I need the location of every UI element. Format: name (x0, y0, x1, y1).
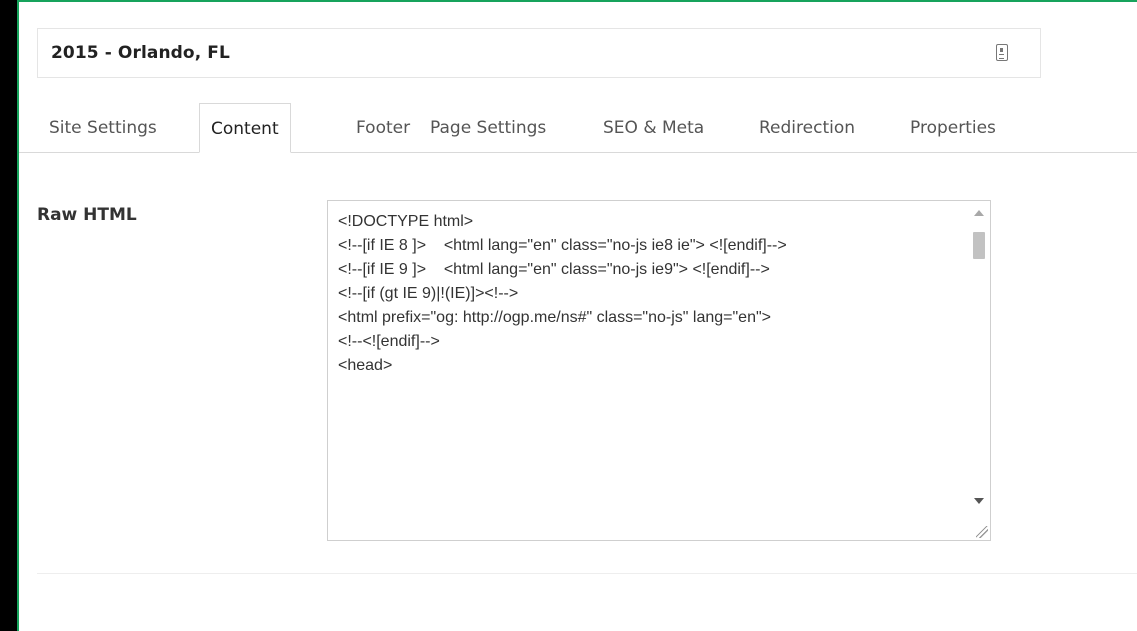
page-title-field[interactable]: 2015 - Orlando, FL (37, 28, 1041, 78)
editor-tabs: Site Settings Content Footer Page Settin… (19, 103, 1137, 153)
tab-properties[interactable]: Properties (910, 103, 996, 153)
tab-site-settings[interactable]: Site Settings (49, 103, 157, 153)
raw-html-label: Raw HTML (37, 205, 137, 225)
chevron-down-icon[interactable] (974, 498, 984, 504)
scroll-thumb[interactable] (973, 232, 985, 259)
resize-handle-icon[interactable] (976, 526, 988, 538)
tab-page-settings[interactable]: Page Settings (430, 103, 546, 153)
page-title: 2015 - Orlando, FL (51, 43, 230, 63)
tab-redirection[interactable]: Redirection (759, 103, 855, 153)
raw-html-textarea[interactable]: <!DOCTYPE html> <!--[if IE 8 ]> <html la… (327, 200, 991, 541)
document-lock-icon[interactable] (996, 44, 1008, 61)
tab-seo-meta[interactable]: SEO & Meta (603, 103, 704, 153)
tab-footer[interactable]: Footer (356, 103, 410, 153)
page-editor-panel: 2015 - Orlando, FL Site Settings Content… (17, 0, 1137, 631)
section-divider (37, 573, 1137, 574)
raw-html-content[interactable]: <!DOCTYPE html> <!--[if IE 8 ]> <html la… (338, 210, 958, 378)
textarea-scrollbar[interactable] (966, 201, 990, 517)
tab-content[interactable]: Content (199, 103, 291, 153)
chevron-up-icon[interactable] (974, 210, 984, 216)
app-frame: 2015 - Orlando, FL Site Settings Content… (0, 0, 1137, 631)
